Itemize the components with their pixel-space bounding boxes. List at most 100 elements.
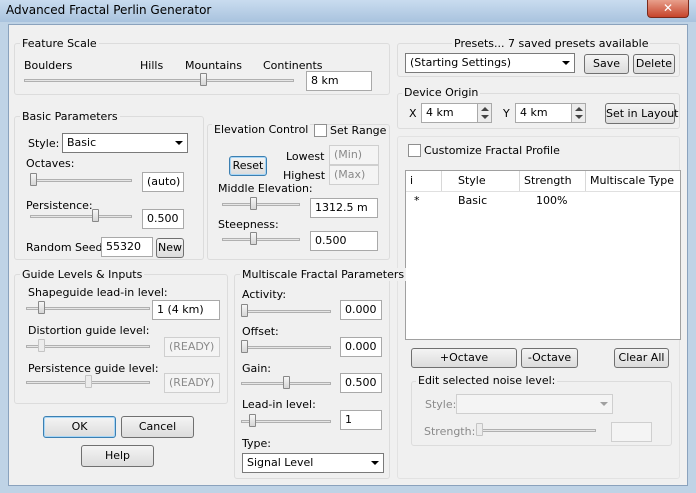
slider-track[interactable] [222, 203, 300, 206]
column-header[interactable]: Multiscale Type [586, 171, 681, 191]
edit-style-dropdown[interactable] [456, 394, 613, 414]
clear-all-button[interactable]: Clear All [614, 348, 669, 368]
x-label: X [409, 107, 417, 120]
shapeguide-slider[interactable] [26, 301, 150, 315]
slider-thumb[interactable] [241, 304, 248, 317]
shapeguide-label: Shapeguide lead-in level: [28, 286, 168, 299]
random-seed-label: Random Seed: [26, 241, 107, 254]
persistence-slider[interactable] [30, 209, 132, 223]
gain-slider[interactable] [241, 376, 331, 390]
tick-label: Mountains [185, 59, 242, 72]
arrow-up-icon [575, 107, 583, 111]
edit-strength-label: Strength: [424, 425, 476, 438]
slider-thumb[interactable] [283, 376, 290, 389]
style-selected: Basic [67, 136, 97, 149]
activity-slider[interactable] [241, 304, 331, 318]
octaves-label: Octaves: [26, 157, 75, 170]
offset-value: 0.000 [340, 337, 382, 357]
feature-scale-slider[interactable] [24, 73, 294, 87]
edit-strength-slider[interactable] [476, 423, 596, 437]
lead-in-level-slider[interactable] [241, 414, 331, 428]
style-dropdown[interactable]: Basic [62, 133, 188, 153]
slider-thumb[interactable] [92, 209, 99, 222]
gain-value: 0.500 [340, 373, 382, 393]
offset-slider[interactable] [241, 340, 331, 354]
column-header[interactable]: Style [454, 171, 520, 191]
origin-x-input[interactable]: 4 km [421, 103, 478, 123]
multiscale-type-selected: Signal Level [247, 456, 314, 469]
offset-label: Offset: [242, 325, 279, 338]
chevron-down-icon [600, 402, 608, 406]
slider-thumb[interactable] [250, 197, 257, 210]
feature-scale-value: 8 km [306, 71, 372, 91]
presets-title: Presets... 7 saved presets available [452, 37, 651, 50]
gain-label: Gain: [242, 362, 271, 375]
close-button[interactable]: ✕ [647, 0, 689, 18]
multiscale-title: Multiscale Fractal Parameters [240, 268, 407, 281]
highest-label: Highest [283, 169, 326, 182]
presets-dropdown[interactable]: (Starting Settings) [405, 53, 575, 73]
origin-y-input[interactable]: 4 km [515, 103, 572, 123]
slider-track[interactable] [241, 346, 331, 349]
slider-thumb[interactable] [38, 339, 45, 352]
remove-octave-button[interactable]: -Octave [521, 348, 578, 368]
slider-track[interactable] [30, 179, 132, 182]
distortion-guide-slider[interactable] [26, 339, 150, 353]
fractal-profile-table[interactable]: i Style Strength Multiscale Type * Basic… [405, 170, 681, 340]
reset-button[interactable]: Reset [229, 156, 267, 176]
slider-track[interactable] [24, 79, 294, 82]
chevron-down-icon [175, 141, 183, 145]
cancel-button[interactable]: Cancel [121, 416, 194, 438]
lowest-label: Lowest [286, 150, 325, 163]
column-header[interactable]: Strength [520, 171, 586, 191]
persistence-guide-slider[interactable] [26, 375, 150, 389]
set-in-layout-button[interactable]: Set in Layout [605, 103, 678, 124]
column-header[interactable]: i [406, 171, 442, 191]
customize-profile-checkbox[interactable] [408, 144, 421, 157]
slider-thumb[interactable] [241, 340, 248, 353]
arrow-down-icon [481, 115, 489, 119]
row-index[interactable]: * [414, 193, 420, 209]
slider-track[interactable] [241, 310, 331, 313]
highest-value: (Max) [329, 165, 379, 185]
slider-thumb[interactable] [476, 423, 483, 436]
origin-x-spinner[interactable] [477, 103, 492, 123]
slider-thumb[interactable] [30, 173, 37, 186]
row-style[interactable]: Basic [458, 193, 487, 209]
add-octave-button[interactable]: +Octave [411, 348, 517, 368]
activity-label: Activity: [242, 288, 287, 301]
save-preset-button[interactable]: Save [584, 54, 629, 74]
basic-parameters-title: Basic Parameters [20, 110, 120, 123]
slider-thumb[interactable] [250, 232, 257, 245]
slider-thumb[interactable] [85, 375, 92, 388]
lead-in-level-label: Lead-in level: [242, 398, 316, 411]
middle-elevation-label: Middle Elevation: [218, 182, 313, 195]
arrow-up-icon [481, 107, 489, 111]
shapeguide-value: 1 (4 km) [152, 300, 220, 320]
slider-thumb[interactable] [200, 73, 207, 86]
row-strength[interactable]: 100% [536, 193, 567, 209]
steepness-slider[interactable] [222, 232, 300, 246]
ok-button[interactable]: OK [43, 416, 116, 438]
multiscale-type-dropdown[interactable]: Signal Level [242, 453, 384, 473]
chevron-down-icon [562, 61, 570, 65]
octaves-slider[interactable] [30, 173, 132, 187]
slider-thumb[interactable] [38, 301, 45, 314]
middle-elevation-slider[interactable] [222, 197, 300, 211]
origin-y-spinner[interactable] [571, 103, 586, 123]
delete-preset-button[interactable]: Delete [633, 54, 675, 74]
style-label: Style: [28, 137, 60, 150]
random-seed-input[interactable]: 55320 [101, 237, 153, 257]
slider-track[interactable] [222, 238, 300, 241]
edit-strength-value[interactable] [611, 422, 652, 442]
slider-thumb[interactable] [249, 414, 256, 427]
type-label: Type: [242, 437, 271, 450]
distortion-guide-label: Distortion guide level: [28, 324, 150, 337]
slider-track[interactable] [476, 429, 596, 432]
edit-style-label: Style: [425, 398, 457, 411]
set-range-checkbox[interactable] [314, 124, 327, 137]
distortion-guide-value: (READY) [164, 337, 220, 357]
slider-track[interactable] [30, 215, 132, 218]
new-seed-button[interactable]: New [156, 238, 184, 258]
help-button[interactable]: Help [81, 445, 154, 467]
